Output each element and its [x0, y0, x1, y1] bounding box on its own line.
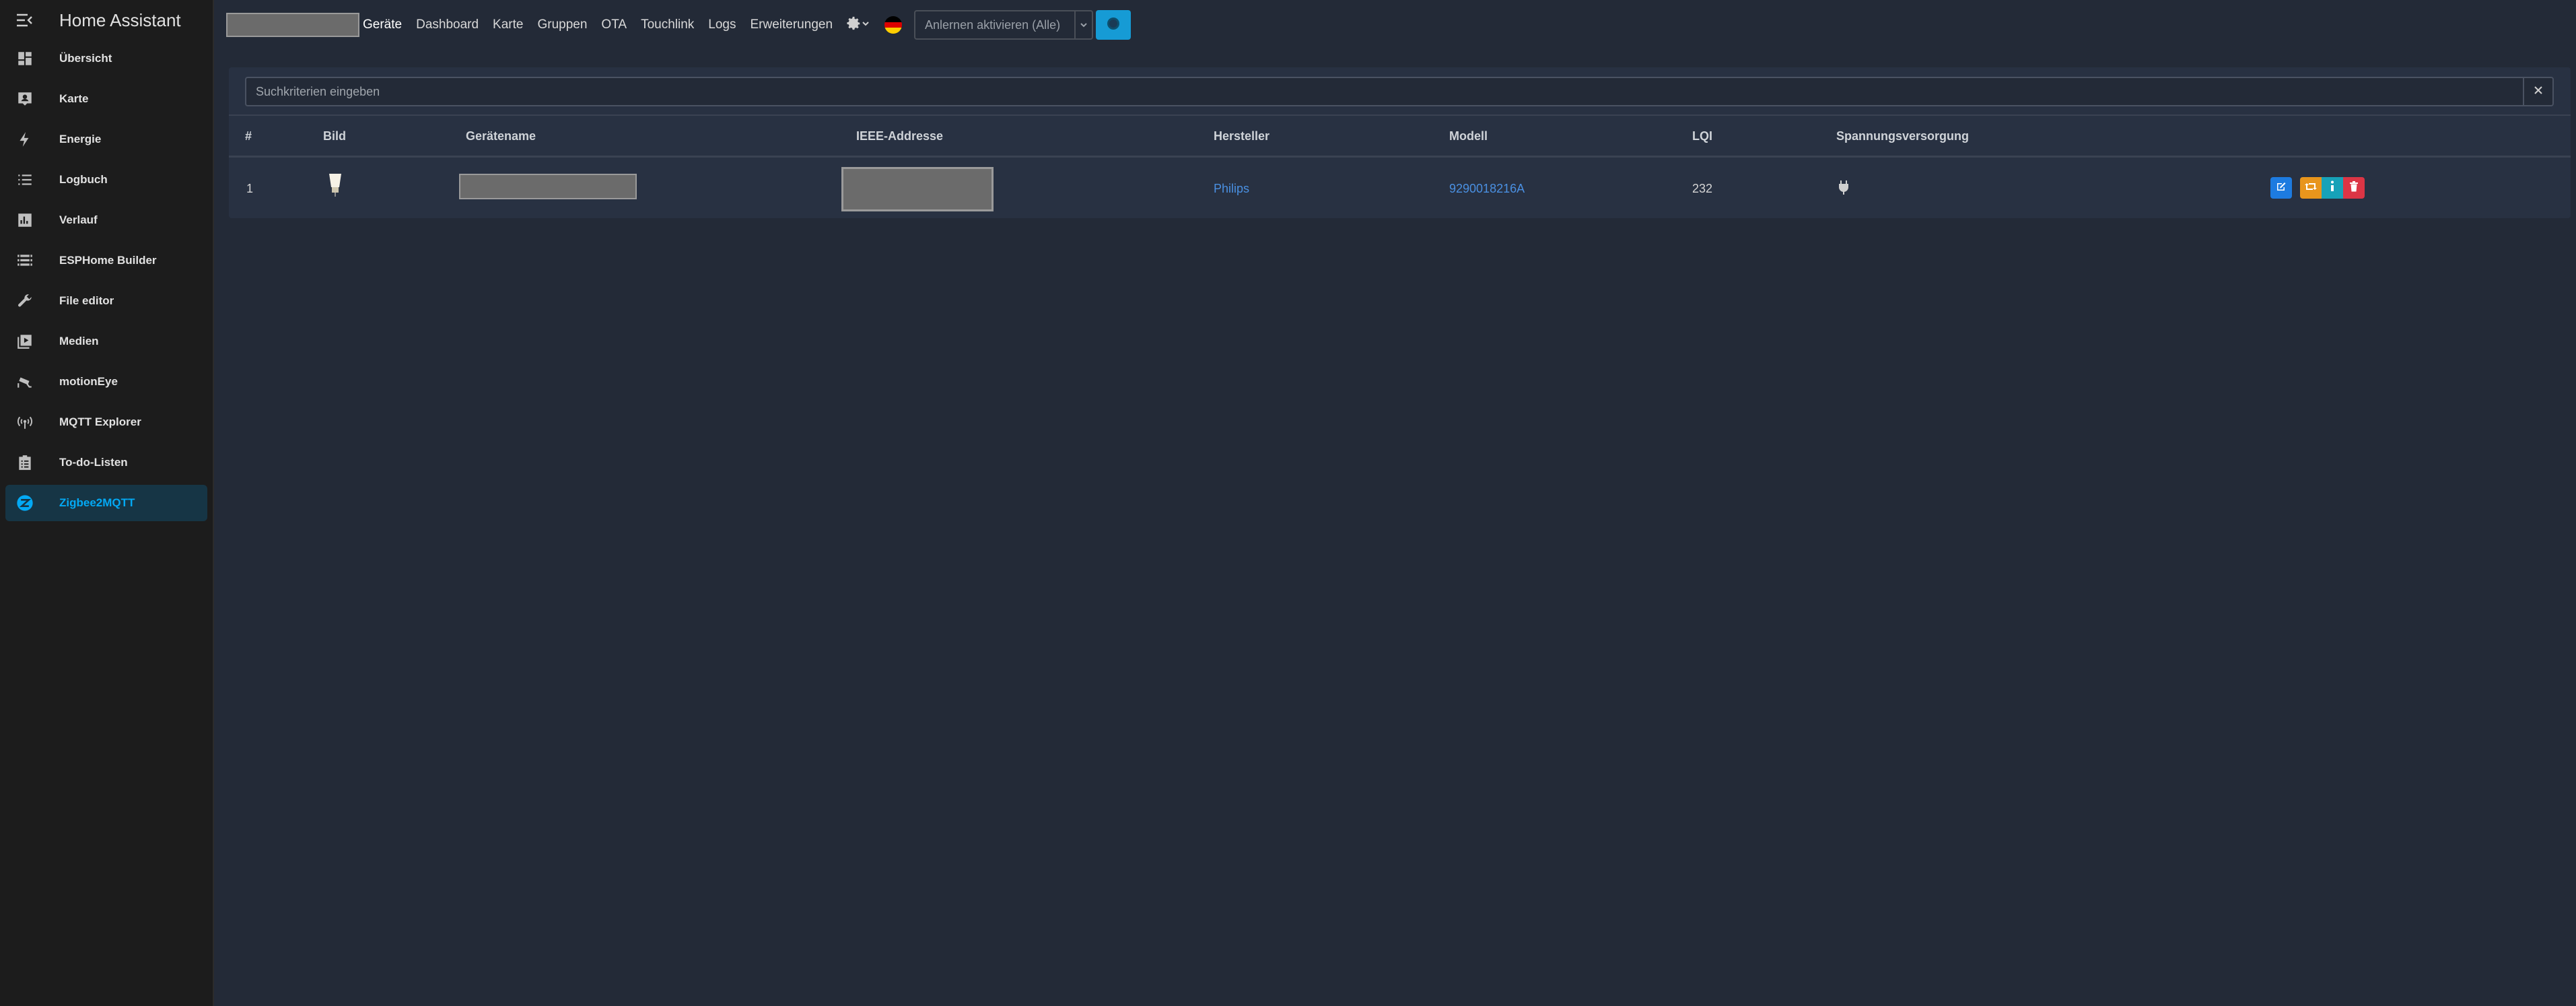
clipboard-list-icon [15, 452, 35, 473]
permit-join-button[interactable] [1096, 10, 1132, 40]
sidebar-item-verlauf[interactable]: Verlauf [5, 202, 207, 238]
sidebar-item-label: Medien [59, 335, 99, 347]
nav-link-gruppen[interactable]: Gruppen [537, 18, 587, 32]
permit-join-select[interactable]: Anlernen aktivieren (Alle) [914, 10, 1076, 40]
edit-icon [2276, 181, 2287, 195]
nav-link-erweiterungen[interactable]: Erweiterungen [751, 18, 833, 32]
sidebar-item-karte[interactable]: Karte [5, 81, 207, 117]
nav-link-logs[interactable]: Logs [708, 18, 736, 32]
column-header-model[interactable]: Modell [1449, 129, 1488, 143]
bulb-device-icon [327, 172, 343, 203]
sidebar-item-energie[interactable]: Energie [5, 121, 207, 158]
column-header-lqi[interactable]: LQI [1692, 129, 1712, 143]
search-input[interactable] [245, 77, 2524, 106]
sidebar-item-label: Energie [59, 133, 102, 145]
lightning-icon [15, 129, 35, 149]
chart-box-icon [15, 210, 35, 230]
plug-icon [1838, 180, 1850, 198]
sidebar-item-label: Übersicht [59, 52, 112, 65]
sidebar-item-label: Logbuch [59, 173, 108, 186]
sidebar-header: Home Assistant [0, 0, 213, 40]
column-header-ieee[interactable]: IEEE-Addresse [856, 129, 943, 143]
app-title: Home Assistant [59, 9, 181, 30]
sidebar-item-file-editor[interactable]: File editor [5, 283, 207, 319]
sidebar-item-uebersicht[interactable]: Übersicht [5, 40, 207, 77]
column-header-power[interactable]: Spannungsversorgung [1836, 129, 1969, 143]
sidebar-item-logbuch[interactable]: Logbuch [5, 162, 207, 198]
model-link[interactable]: 9290018216A [1449, 182, 1525, 196]
chevron-down-icon[interactable] [1076, 10, 1094, 40]
esphome-icon [15, 250, 35, 271]
cctv-icon [15, 372, 35, 392]
row-number: 1 [246, 182, 254, 195]
device-info-button[interactable] [2322, 177, 2343, 199]
row-actions [2270, 177, 2365, 199]
nav-link-dashboard[interactable]: Dashboard [416, 18, 479, 32]
sidebar-item-label: motionEye [59, 375, 118, 388]
close-icon [2533, 85, 2544, 99]
antenna-icon [15, 412, 35, 432]
table-header: # Bild Gerätename IEEE-Addresse Herstell… [229, 114, 2571, 158]
redacted-logo[interactable] [226, 13, 359, 37]
permit-join-group: Anlernen aktivieren (Alle) [914, 10, 1132, 40]
gear-icon [847, 16, 862, 34]
record-icon [1106, 16, 1121, 34]
rename-device-button[interactable] [2300, 177, 2322, 199]
sidebar-item-label: File editor [59, 294, 114, 307]
play-box-icon [15, 331, 35, 351]
vendor-link[interactable]: Philips [1214, 182, 1249, 196]
info-icon [2330, 180, 2335, 196]
german-flag-icon[interactable] [884, 16, 903, 34]
chevron-down-icon [862, 19, 870, 31]
column-header-name[interactable]: Gerätename [466, 129, 536, 143]
clear-search-button[interactable] [2524, 77, 2554, 106]
sidebar-item-label: ESPHome Builder [59, 254, 157, 267]
sidebar-item-label: Verlauf [59, 213, 98, 226]
sidebar-list: Übersicht Karte Energie Logbuch Verlauf … [0, 40, 213, 521]
nav-link-geraete[interactable]: Geräte [363, 18, 402, 32]
sidebar-item-label: MQTT Explorer [59, 415, 141, 428]
delete-device-button[interactable] [2343, 177, 2365, 199]
column-header-image[interactable]: Bild [323, 129, 346, 143]
devices-card: # Bild Gerätename IEEE-Addresse Herstell… [229, 67, 2571, 218]
trash-icon [2349, 180, 2359, 195]
nav-link-karte[interactable]: Karte [493, 18, 523, 32]
list-icon [15, 170, 35, 190]
sidebar-item-zigbee2mqtt[interactable]: Zigbee2MQTT [5, 485, 207, 521]
settings-dropdown[interactable] [847, 16, 870, 34]
column-header-num[interactable]: # [245, 129, 252, 143]
sidebar-item-label: To-do-Listen [59, 456, 128, 469]
sidebar-item-mqtt-explorer[interactable]: MQTT Explorer [5, 404, 207, 440]
edit-device-button[interactable] [2270, 177, 2292, 199]
zigbee-icon [15, 493, 35, 513]
sidebar-item-esphome-builder[interactable]: ESPHome Builder [5, 242, 207, 279]
sidebar: Home Assistant Übersicht Karte Energie L… [0, 0, 214, 1006]
table-row: 1 Philips 9290018216A 232 [229, 158, 2571, 218]
redacted-device-name[interactable] [459, 174, 637, 199]
redacted-ieee-address[interactable] [841, 167, 994, 211]
top-nav: Geräte Dashboard Karte Gruppen OTA Touch… [214, 0, 2576, 50]
menu-open-icon[interactable] [12, 8, 36, 32]
dashboard-icon [15, 48, 35, 69]
sidebar-item-motioneye[interactable]: motionEye [5, 364, 207, 400]
map-account-icon [15, 89, 35, 109]
search-row [245, 77, 2554, 106]
wrench-icon [15, 291, 35, 311]
nav-link-ota[interactable]: OTA [601, 18, 627, 32]
sidebar-item-label: Karte [59, 92, 89, 105]
column-header-vendor[interactable]: Hersteller [1214, 129, 1269, 143]
lqi-value: 232 [1692, 182, 1713, 195]
sidebar-item-label: Zigbee2MQTT [59, 496, 135, 509]
nav-link-touchlink[interactable]: Touchlink [641, 18, 694, 32]
sidebar-item-to-do-listen[interactable]: To-do-Listen [5, 444, 207, 481]
sidebar-item-medien[interactable]: Medien [5, 323, 207, 360]
retweet-icon [2305, 181, 2317, 195]
